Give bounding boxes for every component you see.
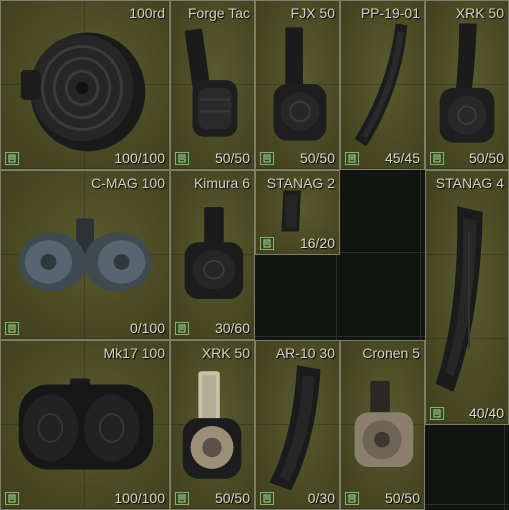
- stackable-tag-icon: [345, 492, 359, 505]
- drum-magazine-icon: [439, 23, 495, 143]
- item-stanag-20[interactable]: STANAG 2 16/20: [255, 170, 340, 255]
- drum-magazine-icon: [184, 207, 244, 299]
- drum-magazine-icon: [354, 381, 414, 467]
- stackable-tag-icon: [260, 492, 274, 505]
- ammo-count: 50/50: [214, 150, 250, 166]
- stackable-tag-icon: [430, 152, 444, 165]
- stackable-tag-icon: [175, 492, 189, 505]
- curved-magazine-icon: [354, 23, 408, 147]
- ammo-count: 50/50: [384, 490, 420, 506]
- drum-magazine-icon: [182, 371, 242, 479]
- item-name: Kimura 6: [193, 175, 250, 191]
- stackable-tag-icon: [5, 152, 19, 165]
- twin-drum-magazine-icon: [18, 218, 152, 292]
- ammo-count: 100/100: [114, 150, 165, 166]
- item-mk17-100[interactable]: Mk17 100 100/100: [0, 340, 170, 510]
- item-name: FJX 50: [290, 5, 335, 21]
- ammo-count: 50/50: [468, 150, 504, 166]
- item-name: PP-19-01: [360, 5, 420, 21]
- stash-grid: 100rd 100/100 Forge Tac 50/50 FJX 50 50/…: [0, 0, 509, 510]
- item-name: STANAG 2: [266, 175, 335, 191]
- item-xrk-50-bottom[interactable]: XRK 50 50/50: [170, 340, 255, 510]
- item-fjx-50[interactable]: FJX 50 50/50: [255, 0, 340, 170]
- ammo-count: 100/100: [114, 490, 165, 506]
- item-name: Forge Tac: [188, 5, 250, 21]
- item-cronen-5[interactable]: Cronen 5 50/50: [340, 340, 425, 510]
- item-name: Cronen 5: [362, 345, 420, 361]
- item-pp-19-01[interactable]: PP-19-01 45/45: [340, 0, 425, 170]
- stackable-tag-icon: [260, 152, 274, 165]
- stackable-tag-icon: [345, 152, 359, 165]
- ammo-count: 30/60: [214, 320, 250, 336]
- drum-magazine-icon: [20, 32, 146, 152]
- ammo-count: 0/30: [307, 490, 335, 506]
- item-c-mag-100[interactable]: C-MAG 100 0/100: [0, 170, 170, 340]
- stackable-tag-icon: [5, 492, 19, 505]
- ammo-count: 40/40: [468, 405, 504, 421]
- stackable-tag-icon: [430, 407, 444, 420]
- ammo-count: 45/45: [384, 150, 420, 166]
- drum-magazine-icon: [184, 28, 238, 137]
- item-stanag-40[interactable]: STANAG 4 40/40: [425, 170, 509, 425]
- ammo-count: 50/50: [299, 150, 335, 166]
- item-name: 100rd: [129, 5, 165, 21]
- item-name: AR-10 30: [275, 345, 335, 361]
- drum-magazine-icon: [273, 27, 327, 141]
- item-name: XRK 50: [201, 345, 250, 361]
- twin-drum-magazine-icon: [18, 378, 154, 470]
- item-name: STANAG 4: [435, 175, 504, 191]
- stackable-tag-icon: [175, 322, 189, 335]
- ammo-count: 0/100: [129, 320, 165, 336]
- item-name: C-MAG 100: [91, 175, 165, 191]
- stackable-tag-icon: [260, 237, 274, 250]
- item-forge-tac[interactable]: Forge Tac 50/50: [170, 0, 255, 170]
- ammo-count: 16/20: [299, 235, 335, 251]
- item-xrk-50-top[interactable]: XRK 50 50/50: [425, 0, 509, 170]
- stackable-tag-icon: [175, 152, 189, 165]
- stackable-tag-icon: [5, 322, 19, 335]
- box-magazine-icon: [435, 206, 483, 392]
- item-kimura-6[interactable]: Kimura 6 30/60: [170, 170, 255, 340]
- curved-magazine-icon: [269, 365, 321, 491]
- item-ar-10-30[interactable]: AR-10 30 0/30: [255, 340, 340, 510]
- ammo-count: 50/50: [214, 490, 250, 506]
- item-name: Mk17 100: [103, 345, 165, 361]
- item-name: XRK 50: [455, 5, 504, 21]
- item-100rd-drum[interactable]: 100rd 100/100: [0, 0, 170, 170]
